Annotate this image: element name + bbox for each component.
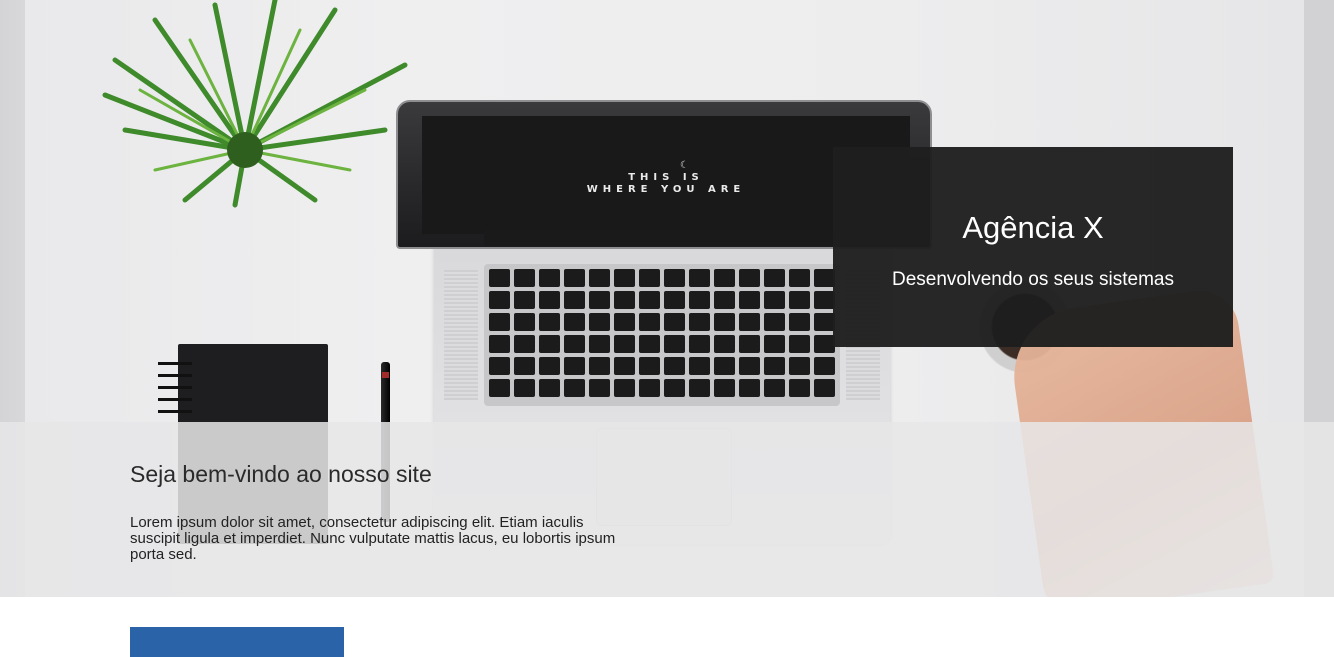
notebook-rings bbox=[158, 362, 192, 418]
moon-icon: ☾ bbox=[680, 160, 689, 171]
welcome-title: Seja bem-vindo ao nosso site bbox=[130, 461, 432, 487]
brand-box: Agência X Desenvolvendo os seus sistemas bbox=[833, 147, 1233, 347]
cta-button[interactable] bbox=[130, 627, 344, 657]
laptop-keyboard bbox=[484, 264, 840, 406]
pen-tip bbox=[382, 372, 389, 378]
laptop-speaker-left bbox=[444, 270, 478, 400]
brand-title: Agência X bbox=[962, 210, 1104, 245]
brand-subtitle: Desenvolvendo os seus sistemas bbox=[892, 269, 1174, 290]
welcome-text: Lorem ipsum dolor sit amet, consectetur … bbox=[130, 514, 616, 563]
welcome-band bbox=[0, 422, 1334, 597]
plant-image bbox=[102, 0, 408, 208]
laptop-hinge bbox=[484, 230, 840, 246]
hero-banner: ☾ THIS IS WHERE YOU ARE Agência X Desenv… bbox=[0, 0, 1334, 597]
